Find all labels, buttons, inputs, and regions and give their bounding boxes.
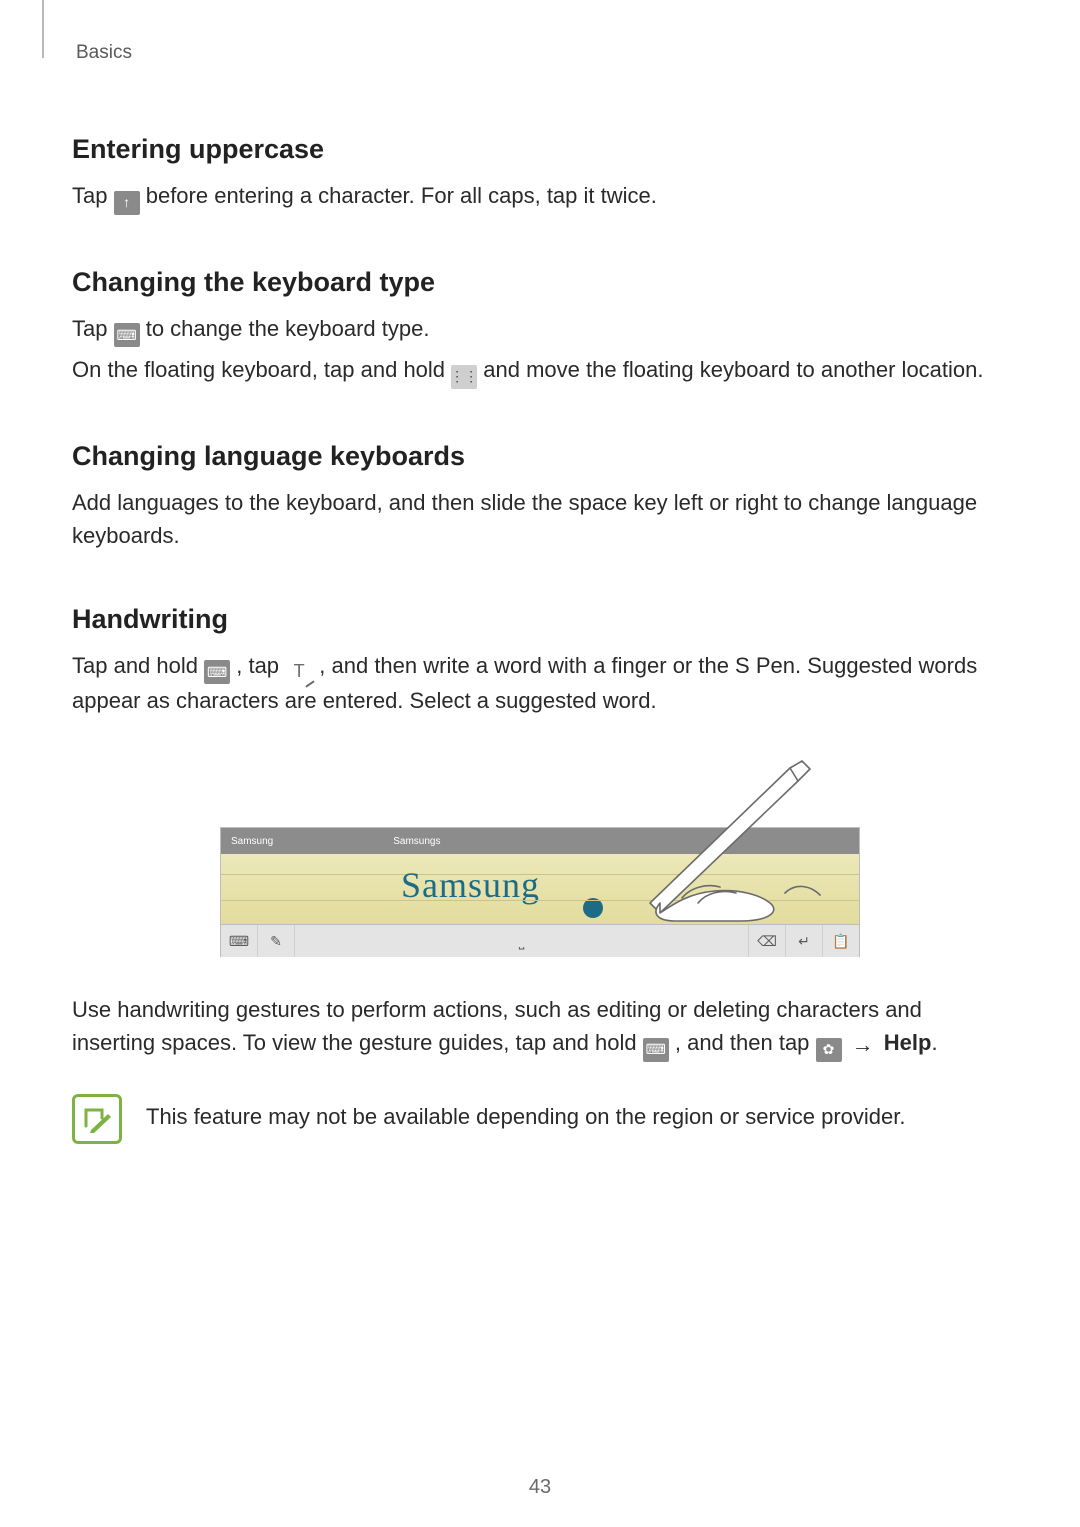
note-row: This feature may not be available depend…: [72, 1094, 1008, 1144]
breadcrumb: Basics: [76, 42, 1008, 64]
text: On the floating keyboard, tap and hold: [72, 357, 451, 382]
heading-uppercase: Entering uppercase: [72, 134, 1008, 165]
shift-icon: ↑: [114, 191, 140, 215]
keyboard-bottom-row: ⌨ ✎ ⎵ ⌫ ↵ 📋: [221, 924, 859, 957]
hand-with-pen-icon: [620, 753, 850, 923]
drag-tab-icon: ⋮⋮: [451, 365, 477, 389]
ink-dot: [583, 898, 603, 918]
keyboard-icon: ⌨: [204, 660, 230, 684]
clip-key-icon: 📋: [823, 925, 859, 957]
paragraph-keyboard-type-1: Tap ⌨ to change the keyboard type.: [72, 312, 1008, 348]
arrow-icon: →: [848, 1028, 878, 1061]
text: Tap: [72, 316, 114, 341]
text: to change the keyboard type.: [146, 316, 430, 341]
pen-key-icon: ✎: [258, 925, 295, 957]
paragraph-uppercase: Tap ↑ before entering a character. For a…: [72, 179, 1008, 215]
paragraph-language: Add languages to the keyboard, and then …: [72, 486, 1008, 552]
paragraph-handwriting-1: Tap and hold ⌨ , tap T , and then write …: [72, 649, 1008, 718]
handwriting-figure: Samsung Samsungs Samsung ⌨ ✎ ⎵ ⌫ ↵ 📋: [220, 757, 860, 957]
paragraph-handwriting-2: Use handwriting gestures to perform acti…: [72, 993, 1008, 1062]
heading-language: Changing language keyboards: [72, 441, 1008, 472]
heading-keyboard-type: Changing the keyboard type: [72, 267, 1008, 298]
text: and move the floating keyboard to anothe…: [483, 357, 983, 382]
enter-key-icon: ↵: [786, 925, 823, 957]
suggestion-1: Samsung: [231, 836, 273, 847]
note-text: This feature may not be available depend…: [146, 1094, 905, 1133]
space-key-icon: ⎵: [295, 925, 749, 957]
heading-handwriting: Handwriting: [72, 604, 1008, 635]
keyboard-icon: ⌨: [114, 323, 140, 347]
text: , tap: [236, 653, 285, 678]
note-icon: [72, 1094, 122, 1144]
paragraph-keyboard-type-2: On the floating keyboard, tap and hold ⋮…: [72, 353, 1008, 389]
text: , and then tap: [675, 1030, 816, 1055]
suggestion-2: Samsungs: [393, 836, 440, 847]
mode-key-icon: ⌨: [221, 925, 258, 957]
header-rule: [42, 0, 44, 58]
help-label: Help: [884, 1030, 932, 1055]
text: Tap and hold: [72, 653, 204, 678]
text: .: [931, 1030, 937, 1055]
handwritten-text: Samsung: [401, 864, 540, 906]
backspace-key-icon: ⌫: [749, 925, 786, 957]
keyboard-icon: ⌨: [643, 1038, 669, 1062]
gear-icon: ✿: [816, 1038, 842, 1062]
text: before entering a character. For all cap…: [146, 183, 657, 208]
text: Tap: [72, 183, 114, 208]
t-pen-icon: T: [285, 659, 313, 683]
page-number: 43: [0, 1476, 1080, 1499]
